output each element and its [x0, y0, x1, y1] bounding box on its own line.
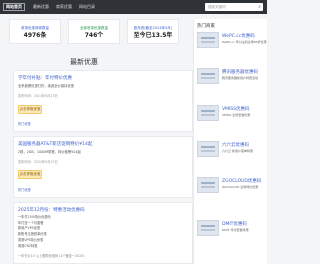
stat-value: 746个 — [84, 32, 104, 39]
nav-item-latest[interactable]: 最新优惠 — [33, 3, 49, 11]
stat-card-merchants: 收录优惠商家数量 4976条 — [9, 19, 61, 44]
sidebar-item[interactable]: 六六云优惠码 六六云 新用户首单特惠 — [197, 141, 269, 177]
merchant-thumbnail — [197, 220, 219, 236]
sidebar-item[interactable]: VMISS优惠码 VMISS 全场套餐优惠 — [197, 105, 269, 141]
merchant-name[interactable]: 六六云优惠码 — [222, 142, 249, 148]
merchant-thumbnail — [197, 105, 219, 121]
merchant-thumbnail — [197, 177, 219, 193]
stat-label: 全部收录优惠数量 — [80, 26, 108, 30]
merchant-thumbnail — [197, 32, 219, 48]
get-coupon-button[interactable]: 点击获取优惠 — [18, 105, 42, 114]
stat-value: 4976条 — [23, 32, 47, 39]
stat-card-uptime: 距年底(截至2024年9月) 至今已13.5年 — [127, 19, 179, 44]
deal-line: 一年付15%特价优惠码 — [18, 215, 51, 219]
merchant-desc: 腾讯服务器新用户特惠活动 — [222, 76, 259, 80]
merchant-name[interactable]: ZGOCLOUD优惠码 — [222, 178, 261, 184]
section-title: 最新优惠 — [70, 58, 98, 66]
deal-description: 2核，2GB，1000M带宽，特价套餐¥14起 — [18, 150, 81, 154]
sidebar-title: 热门商家 — [197, 24, 215, 29]
nav-item-merchants[interactable]: 商家优惠 — [56, 3, 72, 11]
deal-title-link[interactable]: 学年付补贴：年付特价优惠 — [18, 75, 72, 81]
deal-tag[interactable]: 热门优惠 — [18, 121, 31, 126]
stat-value: 至今已13.5年 — [133, 32, 173, 39]
deal-footer: 一年付价15 以上限购优惠码 (2个截至一2025) — [18, 254, 85, 258]
stat-label: 距年底(截至2024年9月) — [133, 26, 173, 30]
deal-title-link[interactable]: 美国服务器AT&T新店促销特价¥14起 — [18, 141, 92, 147]
get-coupon-button[interactable]: 点击获取优惠 — [18, 170, 42, 179]
deal-date: 发布时间：2024年9月23日 — [18, 94, 58, 98]
deal-lines: 一年付15%特价优惠码 年付送一个月套餐 新用户VPS优惠 新账号注册首单优惠 … — [18, 215, 51, 249]
deal-line: 新账号注册首单优惠 — [18, 232, 47, 237]
search-placeholder: 搜索关键词 — [208, 5, 226, 9]
stat-label: 收录优惠商家数量 — [21, 26, 49, 30]
sidebar-item[interactable]: WePC.cc优惠码 WePC.cc 年付主机全场85折优惠 — [197, 32, 269, 68]
deal-card: 学年付补贴：年付特价优惠 全系套餐优惠打折，续费全价保持优惠 发布时间：2024… — [13, 70, 193, 132]
deal-card: 2025年12月份：特惠活动优惠码 一年付15%特价优惠码 年付送一个月套餐 新… — [13, 202, 193, 264]
merchant-desc: WePC.cc 年付主机全场85折优惠 — [222, 40, 267, 44]
deal-tag[interactable]: 热门优惠 — [18, 187, 31, 192]
merchant-desc: 六六云 新用户首单特惠 — [222, 149, 253, 153]
merchant-thumbnail — [197, 68, 219, 84]
sidebar-item[interactable]: DMIT优惠码 DMIT 年付套餐特惠 — [197, 220, 269, 256]
merchant-desc: VMISS 全场套餐优惠 — [222, 113, 251, 117]
deal-description: 全系套餐优惠打折，续费全价保持优惠 — [18, 84, 75, 88]
merchant-thumbnail — [197, 141, 219, 157]
merchant-name[interactable]: VMISS优惠码 — [222, 106, 250, 112]
merchant-desc: ZGOCLOUD 全场特价优惠 — [222, 185, 259, 189]
sidebar-item[interactable]: 腾讯服务器优惠码 腾讯服务器新用户特惠活动 — [197, 68, 269, 104]
search-input[interactable]: 搜索关键词 ⌕ — [205, 3, 263, 11]
search-icon[interactable]: ⌕ — [258, 4, 261, 10]
stat-card-deals: 全部收录优惠数量 746个 — [68, 19, 120, 44]
nav-item-directory[interactable]: 网站目录 — [79, 3, 95, 11]
deal-line: 香港CN2特惠 — [18, 243, 38, 248]
sidebar-item[interactable]: ZGOCLOUD优惠码 ZGOCLOUD 全场特价优惠 — [197, 177, 269, 213]
sidebar-hot-merchants: 热门商家 WePC.cc优惠码 WePC.cc 年付主机全场85折优惠 腾讯服务… — [193, 19, 267, 264]
deal-title-link[interactable]: 2025年12月份：特惠活动优惠码 — [18, 207, 85, 213]
top-navbar: 网站首页 最新优惠 商家优惠 网站目录 搜索关键词 ⌕ — [0, 0, 267, 14]
merchant-name[interactable]: DMIT优惠码 — [222, 221, 247, 227]
deal-date: 发布时间：2024年9月23日 — [18, 160, 58, 164]
merchant-name[interactable]: WePC.cc优惠码 — [222, 33, 255, 39]
site-logo[interactable]: 网站首页 — [3, 3, 25, 11]
merchant-name[interactable]: 腾讯服务器优惠码 — [222, 69, 258, 75]
merchant-desc: DMIT 年付套餐特惠 — [222, 228, 249, 232]
deal-card: 美国服务器AT&T新店促销特价¥14起 2核，2GB，1000M带宽，特价套餐¥… — [13, 136, 193, 198]
